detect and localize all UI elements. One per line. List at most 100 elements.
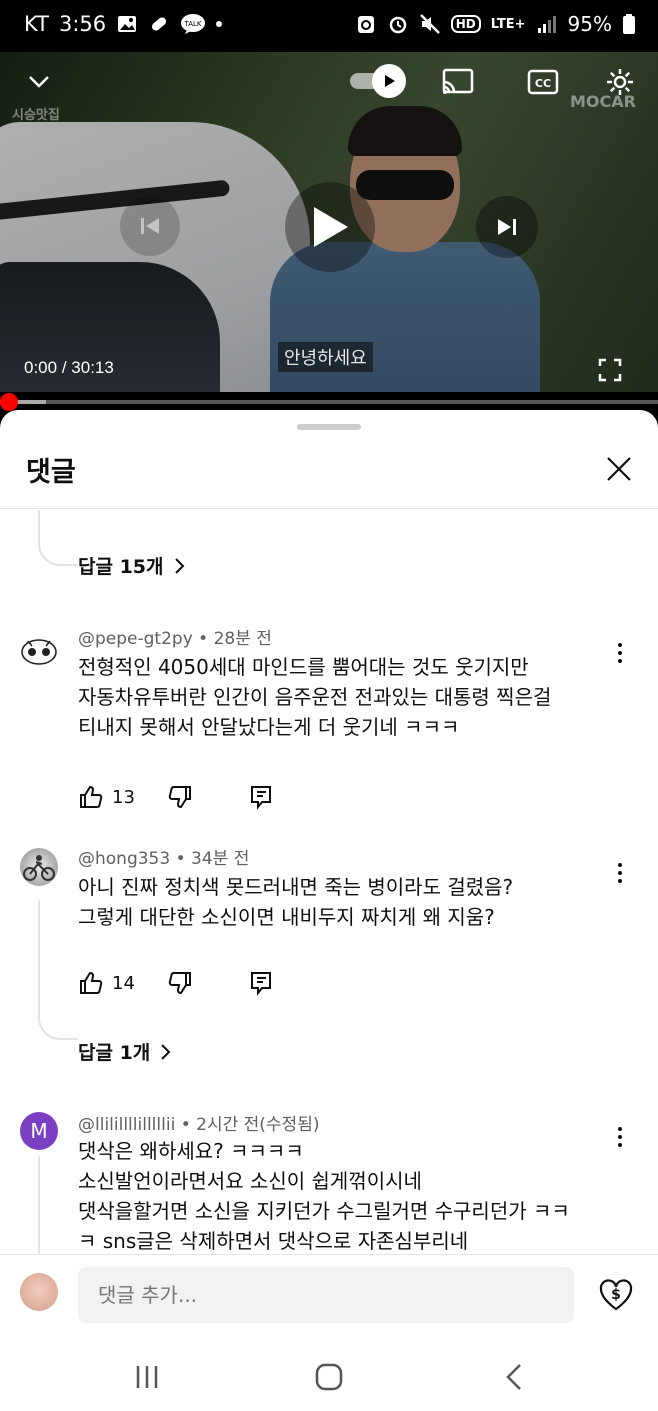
settings-button[interactable] (602, 64, 638, 100)
comments-sheet: 댓글 답글 15개 @pepe-gt2py • 28분 전 전형적인 4050세… (0, 410, 658, 1411)
comment-author[interactable]: @pepe-gt2py (78, 629, 193, 649)
thread-connector (38, 900, 78, 1040)
status-right: HD LTE+ 95% (355, 12, 636, 36)
back-icon (506, 1364, 521, 1390)
avatar-letter: M (30, 1119, 48, 1143)
signal-icon (537, 16, 556, 33)
video-progress-bar[interactable] (0, 392, 658, 412)
like-button[interactable]: 14 (78, 970, 135, 996)
channel-watermark-left: 시승맛집 (12, 108, 60, 123)
dislike-button[interactable] (167, 784, 193, 810)
comment-text: 아니 진짜 정치색 못드러내면 죽는 병이라도 걸렸음? 그렇게 대단한 소신이… (78, 875, 514, 929)
cc-icon: CC (527, 69, 559, 95)
reply-button[interactable] (249, 784, 273, 810)
thumbs-down-icon (168, 786, 191, 809)
time-current: 0:00 (24, 358, 58, 377)
dislike-button[interactable] (167, 970, 193, 996)
thumbs-up-icon (80, 785, 103, 808)
comment-meta: @pepe-gt2py • 28분 전 (78, 629, 272, 649)
sheet-drag-handle[interactable] (297, 424, 361, 430)
chevron-down-icon (29, 76, 49, 88)
system-nav-bar (0, 1344, 658, 1411)
fullscreen-icon (598, 358, 622, 382)
chevron-right-icon (161, 1043, 171, 1060)
reply-button[interactable] (249, 970, 273, 996)
talk-icon: TALK (181, 14, 206, 34)
comment-input[interactable] (78, 1267, 574, 1323)
chevron-right-icon (174, 557, 184, 574)
like-button[interactable]: 13 (78, 784, 135, 810)
time-separator: / (61, 358, 67, 377)
hd-badge: HD (450, 15, 481, 33)
reply-icon (250, 972, 271, 996)
cast-button[interactable] (440, 66, 476, 98)
previous-button[interactable] (120, 196, 180, 256)
close-button[interactable] (602, 452, 636, 486)
comment-author[interactable]: @hong353 (78, 849, 170, 869)
comment-age: 34분 전 (191, 849, 250, 869)
super-thanks-icon: $ (599, 1279, 633, 1311)
comment-composer: $ (0, 1254, 658, 1344)
avatar[interactable] (20, 848, 58, 886)
clock: 3:56 (58, 12, 107, 36)
avatar[interactable]: M (20, 1112, 58, 1150)
motorcycle-avatar-icon (23, 855, 55, 881)
comment-text: 댓삭은 왜하세요? ㅋㅋㅋㅋ 소신발언이라면서요 소신이 쉽게꺾이시네 댓삭을할… (78, 1139, 570, 1253)
battery-icon (623, 14, 635, 34)
view-replies-link[interactable]: 답글 1개 (78, 1038, 172, 1065)
previous-icon (141, 218, 159, 234)
svg-text:TALK: TALK (184, 20, 202, 28)
thread-connector (38, 510, 78, 566)
view-replies-link[interactable]: 답글 15개 (78, 552, 186, 579)
pepe-avatar-icon (21, 639, 57, 665)
comment-meta: @llilillllilllllii • 2시간 전(수정됨) (78, 1115, 320, 1135)
next-button[interactable] (476, 196, 538, 258)
carrier-label: KT (24, 12, 49, 36)
comment-actions: 13 (78, 784, 273, 810)
svg-text:CC: CC (535, 77, 551, 90)
autoplay-play-icon (385, 75, 395, 87)
recents-button[interactable] (130, 1360, 164, 1394)
minimize-button[interactable] (22, 64, 56, 98)
avatar[interactable] (20, 630, 58, 668)
comment-age: 28분 전 (213, 629, 272, 649)
reply-icon (250, 786, 271, 810)
comment-text: 전형적인 4050세대 마인드를 뿜어대는 것도 웃기지만 자동차유투버란 인간… (78, 655, 552, 739)
sheet-title: 댓글 (26, 457, 76, 488)
network-label: LTE+ (490, 16, 526, 32)
cast-icon (442, 68, 474, 94)
thumbs-down-icon (168, 972, 191, 995)
replies-count-label: 답글 1개 (78, 1042, 151, 1064)
gear-icon (607, 69, 633, 95)
svg-text:$: $ (611, 1287, 621, 1303)
comment-author[interactable]: @llilillllilllllii (78, 1115, 175, 1135)
status-left: KT 3:56 TALK (24, 12, 223, 36)
captions-button[interactable]: CC (525, 66, 561, 98)
alarm-icon (389, 16, 406, 34)
play-button[interactable] (285, 182, 375, 272)
home-button[interactable] (312, 1360, 346, 1394)
thread-connector (38, 1156, 78, 1266)
time-display: 0:00 / 30:13 (24, 358, 114, 378)
next-icon (498, 219, 516, 235)
like-count: 14 (112, 972, 135, 994)
autoplay-toggle[interactable] (350, 64, 410, 98)
user-avatar[interactable] (20, 1273, 58, 1311)
thumbs-up-icon (80, 971, 103, 994)
fullscreen-button[interactable] (596, 356, 624, 384)
replies-count-label: 답글 15개 (78, 556, 164, 578)
video-player[interactable]: 시승맛집 MOCAR CC 안녕하세요 0:00 / 30:13 (0, 52, 658, 392)
progress-scrubber[interactable] (0, 393, 18, 411)
time-total: 30:13 (71, 358, 114, 377)
back-button[interactable] (498, 1360, 532, 1394)
home-icon (315, 1363, 343, 1391)
video-caption: 안녕하세요 (278, 342, 373, 372)
status-bar: KT 3:56 TALK HD LTE+ 95% (0, 0, 658, 52)
close-icon (607, 457, 631, 481)
comment-meta: @hong353 • 34분 전 (78, 849, 250, 869)
battery-percent: 95% (567, 12, 612, 36)
like-count: 13 (112, 786, 135, 808)
super-thanks-button[interactable]: $ (598, 1277, 634, 1313)
mute-icon (419, 14, 440, 34)
comment-age: 2시간 전(수정됨) (196, 1115, 320, 1135)
